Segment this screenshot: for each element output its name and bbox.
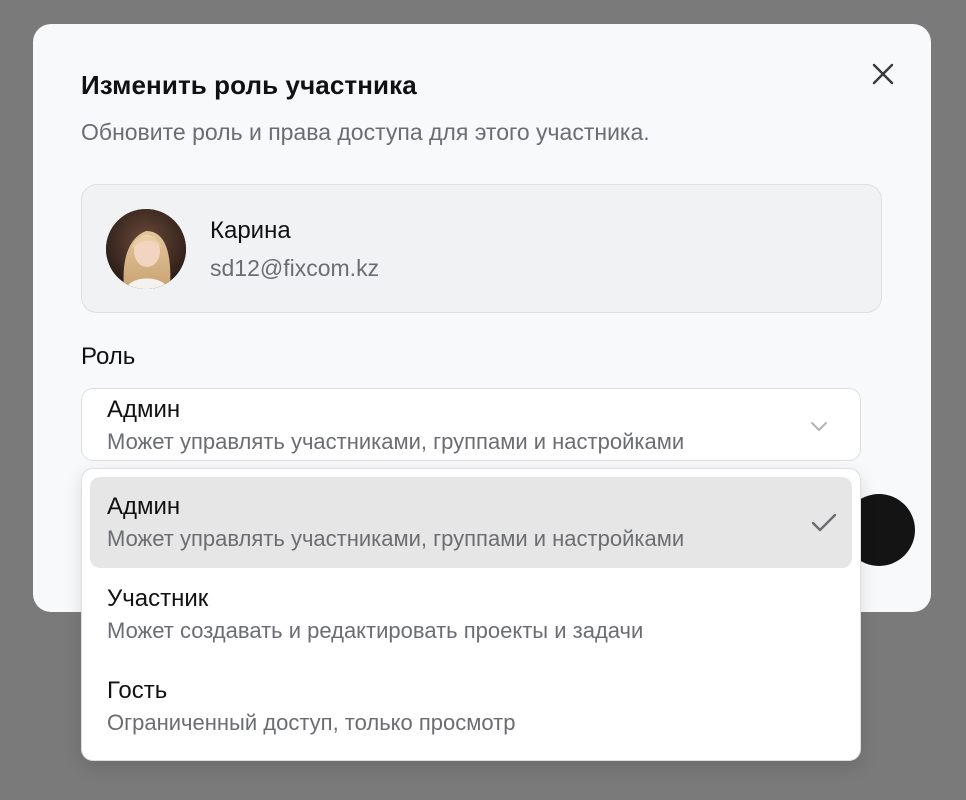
avatar <box>106 209 186 289</box>
option-description: Может создавать и редактировать проекты … <box>107 618 644 643</box>
option-description: Может управлять участниками, группами и … <box>107 526 685 551</box>
selected-role-title: Админ <box>107 396 181 423</box>
check-icon <box>811 513 837 532</box>
option-title: Гость <box>107 677 168 704</box>
option-title: Участник <box>107 585 209 612</box>
option-description: Ограниченный доступ, только просмотр <box>107 710 516 735</box>
member-email: sd12@fixcom.kz <box>210 255 380 281</box>
role-select[interactable]: Админ Может управлять участниками, групп… <box>81 388 861 461</box>
member-name: Карина <box>210 217 291 244</box>
close-button[interactable] <box>865 56 901 92</box>
role-option-admin[interactable]: Админ Может управлять участниками, групп… <box>90 477 852 568</box>
dialog-subtitle: Обновите роль и права доступа для этого … <box>81 119 650 145</box>
role-dropdown-menu: Админ Может управлять участниками, групп… <box>81 468 861 761</box>
role-option-member[interactable]: Участник Может создавать и редактировать… <box>90 569 852 660</box>
chevron-down-icon <box>811 422 827 431</box>
selected-role-description: Может управлять участниками, группами и … <box>107 429 685 454</box>
close-icon <box>872 63 894 85</box>
role-label: Роль <box>81 343 136 370</box>
member-card: Карина sd12@fixcom.kz <box>81 184 882 313</box>
option-title: Админ <box>107 493 181 520</box>
dialog-title: Изменить роль участника <box>81 70 417 100</box>
role-option-guest[interactable]: Гость Ограниченный доступ, только просмо… <box>90 661 852 752</box>
